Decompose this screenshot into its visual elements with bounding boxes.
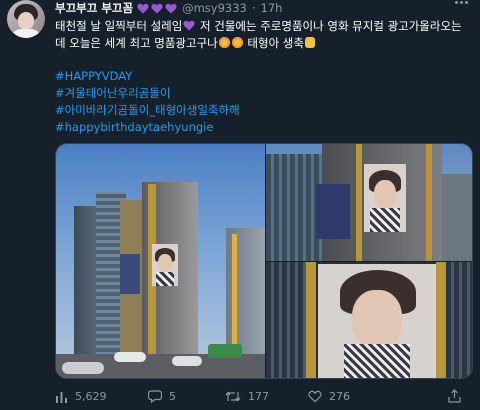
text-line1-b: 저 건물에는 주로명품이나 영화 뮤지컬 광고가올라오는 xyxy=(196,19,462,33)
hashtag-link[interactable]: #HAPPYVDAY xyxy=(55,68,240,85)
avatar[interactable] xyxy=(7,0,45,38)
retweet-count: 177 xyxy=(248,389,269,403)
heart-outline-icon xyxy=(308,390,322,403)
building-gold-frame xyxy=(306,262,316,378)
thumbs-up-icon xyxy=(304,37,315,48)
car xyxy=(172,356,202,366)
car xyxy=(62,362,104,374)
reply-icon xyxy=(148,389,162,403)
purple-heart-icon xyxy=(183,20,195,31)
avatar-shirt xyxy=(11,29,41,38)
media-grid xyxy=(55,143,473,379)
billboard-side xyxy=(316,184,350,239)
billboard-top-right xyxy=(364,164,406,232)
purple-heart-icon xyxy=(165,3,177,13)
building-right xyxy=(442,174,472,261)
views-count: 5,629 xyxy=(75,389,107,403)
text-line1-a: 태천절 날 일찍부터 설레임 xyxy=(55,19,183,33)
billboard-closeup xyxy=(318,264,436,378)
purple-heart-icon xyxy=(137,3,149,13)
building-gold-frame xyxy=(436,262,446,378)
share-button[interactable] xyxy=(448,389,461,403)
billboard-side xyxy=(120,254,140,294)
retweet-button[interactable]: 177 xyxy=(225,390,269,403)
views-button[interactable]: 5,629 xyxy=(55,390,107,403)
retweet-icon xyxy=(225,391,241,401)
tweet-header: 부끄부끄 부끄꼼 @msy9333 · 17h xyxy=(55,0,282,16)
dot-separator: · xyxy=(251,1,256,15)
analytics-icon xyxy=(56,391,67,403)
photo-building-facade[interactable] xyxy=(266,144,472,261)
hashtag-link[interactable]: #happybirthdaytaehyungie xyxy=(55,119,240,136)
building-glass xyxy=(266,262,306,378)
name-hearts xyxy=(137,3,177,14)
avatar-face xyxy=(18,12,34,30)
star-struck-emoji-icon xyxy=(218,37,230,48)
car xyxy=(114,352,146,362)
share-icon xyxy=(448,389,461,403)
handle[interactable]: @msy9333 xyxy=(182,1,247,15)
like-button[interactable]: 276 xyxy=(308,390,350,403)
star-struck-emoji-icon xyxy=(231,37,243,48)
hashtags: #HAPPYVDAY #겨울태어난우리곰돌이 #아미바라기곰돌이_태형아생일축하… xyxy=(55,68,240,136)
like-count: 276 xyxy=(329,389,350,403)
action-bar: 5,629 5 177 276 xyxy=(55,387,473,405)
billboard-left xyxy=(152,244,178,286)
building-gold-frame xyxy=(426,144,432,261)
building-gold-frame xyxy=(356,144,362,261)
photo-billboard-closeup[interactable] xyxy=(266,262,472,378)
reply-button[interactable]: 5 xyxy=(148,390,176,403)
text-line2-a: 데 오늘은 세계 최고 명품광고구나 xyxy=(55,36,218,50)
photo-street-view[interactable] xyxy=(56,144,265,378)
bus xyxy=(208,344,242,358)
tweet-text: 태천절 날 일찍부터 설레임 저 건물에는 주로명품이나 영화 뮤지컬 광고가올… xyxy=(55,18,473,52)
more-options-icon[interactable] xyxy=(455,1,468,4)
building-glass xyxy=(446,262,472,378)
display-name[interactable]: 부끄부끄 부끄꼼 xyxy=(55,0,133,16)
hashtag-link[interactable]: #아미바라기곰돌이_태형아생일축하해 xyxy=(55,102,240,119)
timestamp[interactable]: 17h xyxy=(261,1,283,15)
hashtag-link[interactable]: #겨울태어난우리곰돌이 xyxy=(55,85,240,102)
purple-heart-icon xyxy=(151,3,163,13)
reply-count: 5 xyxy=(169,389,176,403)
text-line2-b: 태형아 생축 xyxy=(243,36,304,50)
